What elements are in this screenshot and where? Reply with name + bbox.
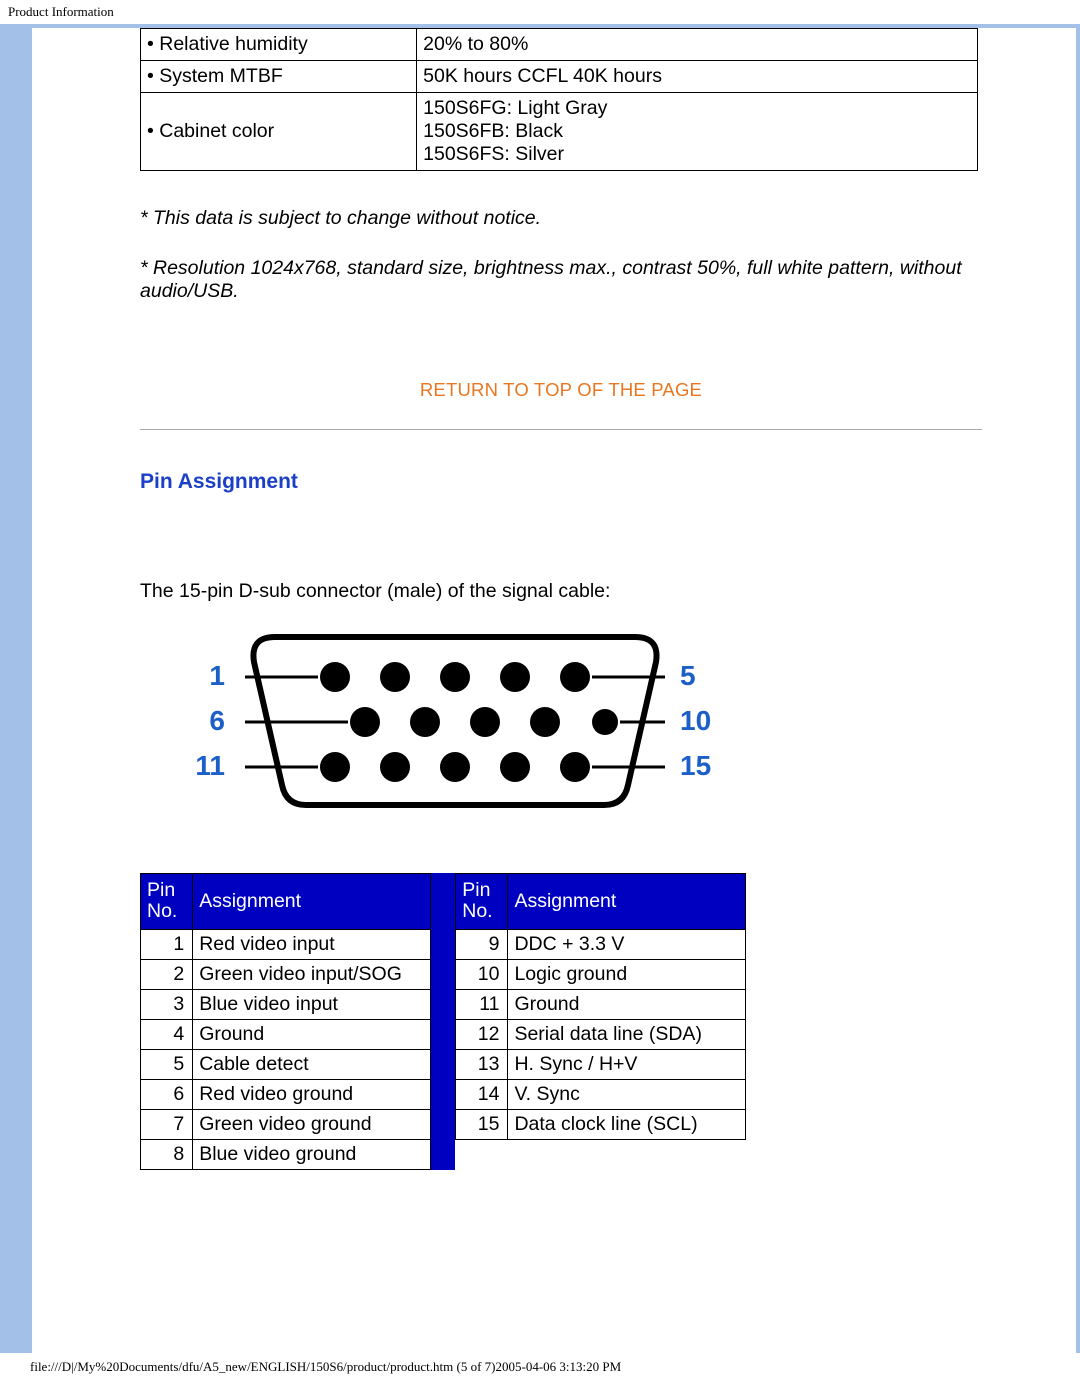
spec-value: 150S6FG: Light Gray 150S6FB: Black 150S6… [417, 93, 978, 171]
pin-assignment: H. Sync / H+V [508, 1049, 746, 1079]
table-row: 8Blue video ground [141, 1139, 431, 1169]
pin-number: 4 [141, 1019, 193, 1049]
table-row: Cabinet color 150S6FG: Light Gray 150S6F… [141, 93, 978, 171]
col-header-assignment: Assignment [193, 874, 431, 930]
table-row: 14V. Sync [456, 1079, 746, 1109]
note-line: * Resolution 1024x768, standard size, br… [140, 257, 982, 303]
spec-label: Cabinet color [141, 93, 417, 171]
spec-value: 50K hours CCFL 40K hours [417, 61, 978, 93]
page-header-title: Product Information [0, 0, 1080, 24]
table-row: 3Blue video input [141, 989, 431, 1019]
pin-assignment: Serial data line (SDA) [508, 1019, 746, 1049]
pin-assignment: Green video ground [193, 1109, 431, 1139]
pin-assignment: V. Sync [508, 1079, 746, 1109]
pin-assignment: Blue video input [193, 989, 431, 1019]
pin-assignment: Blue video ground [193, 1139, 431, 1169]
pin-number: 8 [141, 1139, 193, 1169]
pin-label-15: 15 [680, 750, 711, 781]
pin-number: 3 [141, 989, 193, 1019]
pin-assignment: Data clock line (SCL) [508, 1109, 746, 1139]
notes-block: * This data is subject to change without… [140, 171, 982, 303]
table-row: 15Data clock line (SCL) [456, 1109, 746, 1139]
table-row: 11Ground [456, 989, 746, 1019]
table-row: 5Cable detect [141, 1049, 431, 1079]
pin-assignment: Green video input/SOG [193, 959, 431, 989]
pin-assignment: Red video ground [193, 1079, 431, 1109]
pin-table-left: Pin No. Assignment 1Red video input2Gree… [140, 873, 431, 1170]
table-row: 1Red video input [141, 929, 431, 959]
pin-number: 14 [456, 1079, 508, 1109]
table-row: 10Logic ground [456, 959, 746, 989]
pin-assignment: Ground [193, 1019, 431, 1049]
col-header-pin-no: Pin No. [456, 874, 508, 930]
table-row: 2Green video input/SOG [141, 959, 431, 989]
col-header-pin-no: Pin No. [141, 874, 193, 930]
pin-assignment: Cable detect [193, 1049, 431, 1079]
page-frame: Relative humidity 20% to 80% System MTBF… [0, 24, 1080, 1353]
pin-number: 9 [456, 929, 508, 959]
spec-label: System MTBF [141, 61, 417, 93]
pin-number: 11 [456, 989, 508, 1019]
footer-path: file:///D|/My%20Documents/dfu/A5_new/ENG… [0, 1353, 1080, 1381]
pin-number: 10 [456, 959, 508, 989]
pin-label-6: 6 [209, 705, 225, 736]
table-row: Relative humidity 20% to 80% [141, 29, 978, 61]
pin-assignment: Logic ground [508, 959, 746, 989]
table-row: 6Red video ground [141, 1079, 431, 1109]
pin-number: 7 [141, 1109, 193, 1139]
table-row: System MTBF 50K hours CCFL 40K hours [141, 61, 978, 93]
connector-diagram: 1 6 11 5 10 15 [190, 627, 982, 817]
table-row: 13H. Sync / H+V [456, 1049, 746, 1079]
section-heading-pin-assignment: Pin Assignment [140, 470, 982, 494]
col-header-assignment: Assignment [508, 874, 746, 930]
pin-assignment: DDC + 3.3 V [508, 929, 746, 959]
table-row: 4Ground [141, 1019, 431, 1049]
pin-label-5: 5 [680, 660, 696, 691]
pin-number: 1 [141, 929, 193, 959]
pin-number: 5 [141, 1049, 193, 1079]
pin-assignment: Red video input [193, 929, 431, 959]
pin-number: 12 [456, 1019, 508, 1049]
pin-label-1: 1 [209, 660, 225, 691]
pin-number: 2 [141, 959, 193, 989]
pin-table-right: Pin No. Assignment 9DDC + 3.3 V10Logic g… [455, 873, 746, 1140]
connector-description: The 15-pin D-sub connector (male) of the… [140, 580, 982, 603]
return-to-top-link[interactable]: RETURN TO TOP OF THE PAGE [420, 379, 702, 400]
table-gap [431, 873, 455, 1170]
note-line: * This data is subject to change without… [140, 207, 982, 230]
table-row: 12Serial data line (SDA) [456, 1019, 746, 1049]
pin-number: 6 [141, 1079, 193, 1109]
table-row: 7Green video ground [141, 1109, 431, 1139]
spec-table: Relative humidity 20% to 80% System MTBF… [140, 28, 978, 171]
pin-number: 15 [456, 1109, 508, 1139]
spec-label: Relative humidity [141, 29, 417, 61]
divider [140, 429, 982, 430]
pin-label-11: 11 [195, 750, 225, 781]
pin-number: 13 [456, 1049, 508, 1079]
pin-assignment-table: Pin No. Assignment 1Red video input2Gree… [140, 873, 746, 1170]
pin-label-10: 10 [680, 705, 711, 736]
spec-value: 20% to 80% [417, 29, 978, 61]
table-row: 9DDC + 3.3 V [456, 929, 746, 959]
pin-assignment: Ground [508, 989, 746, 1019]
